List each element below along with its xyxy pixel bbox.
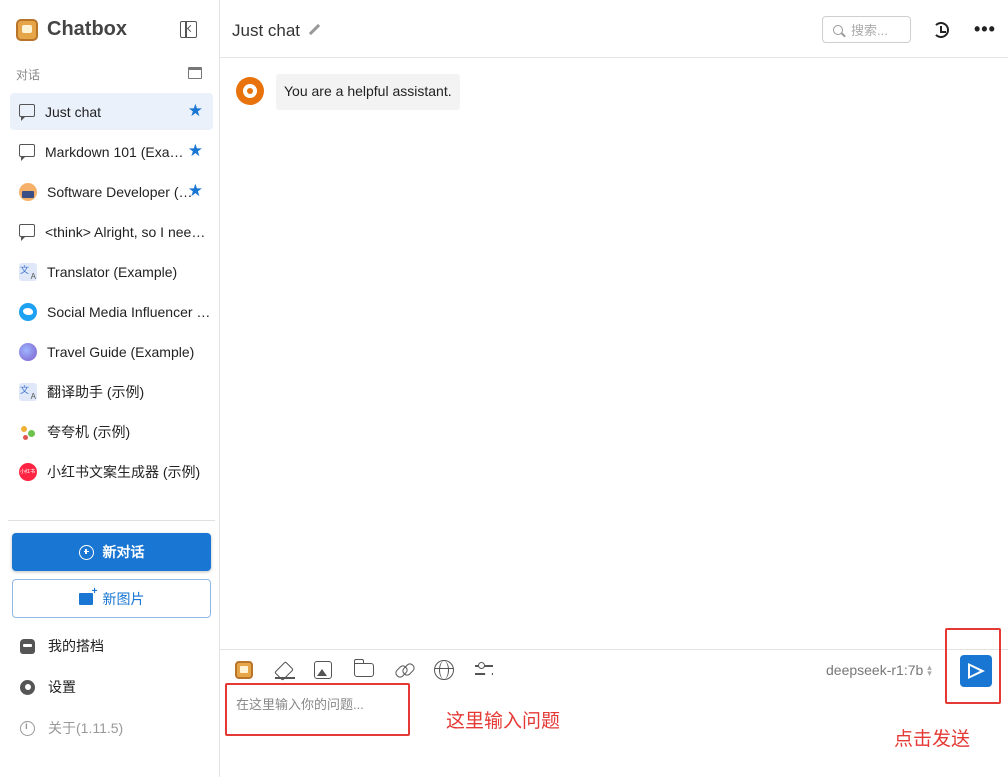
section-label: 对话 [16,68,41,82]
system-message: You are a helpful assistant. [236,74,460,110]
sliders-icon[interactable] [474,660,494,680]
conversation-item[interactable]: Just chat ★ [10,93,213,130]
translate-icon [19,262,37,281]
settings-item[interactable]: 设置 [20,677,76,697]
conversation-item[interactable]: 小红书文案生成器 (示例) [10,453,213,490]
history-icon[interactable] [933,22,949,38]
chat-header: Just chat 搜索... ••• [220,0,1008,58]
conversation-list: Just chat ★ Markdown 101 (Example) ★ Sof… [10,93,213,493]
plus-circle-icon [78,544,94,560]
message-bubble: You are a helpful assistant. [276,74,460,110]
gear-icon [20,679,35,695]
chat-bubble-icon [19,144,35,161]
globe-icon[interactable] [434,660,454,680]
chatbox-logo-icon[interactable] [235,661,253,679]
conversation-label: 小红书文案生成器 (示例) [47,463,201,480]
globe-avatar-icon [19,342,37,361]
about-item[interactable]: 关于(1.11.5) [20,718,123,738]
developer-avatar-icon [19,182,37,201]
system-avatar-gear-icon [236,77,264,105]
my-partners-item[interactable]: 我的搭档 [20,636,104,656]
model-select[interactable]: deepseek-r1:7b ▴ ▾ [826,662,932,678]
star-icon[interactable]: ★ [188,182,203,199]
edit-title-icon[interactable] [308,24,320,36]
collapse-sidebar-icon[interactable] [180,21,197,38]
conversation-item[interactable]: Translator (Example) [10,253,213,290]
conversation-item[interactable]: <think> Alright, so I need to figure out [10,213,213,250]
conversation-item[interactable]: Social Media Influencer (Example) [10,293,213,330]
info-icon [20,720,35,736]
chat-bubble-icon [19,104,35,121]
chat-bubble-icon [19,224,35,241]
model-name: deepseek-r1:7b [826,662,924,678]
flower-icon [19,423,37,441]
new-image-button[interactable]: 新图片 [12,579,211,618]
more-options-icon[interactable]: ••• [974,19,996,40]
new-chat-button[interactable]: 新对话 [12,533,211,571]
add-image-icon [78,586,97,605]
eraser-icon[interactable] [275,660,295,680]
sidebar: Chatbox 对话 Just chat ★ Markdown 101 (Exa… [0,0,220,777]
my-partners-label: 我的搭档 [48,638,104,654]
archive-icon[interactable] [188,67,202,79]
about-label: 关于(1.11.5) [48,720,124,736]
star-icon[interactable]: ★ [188,142,203,159]
image-icon[interactable] [314,661,332,679]
new-image-label: 新图片 [102,590,145,607]
settings-label: 设置 [48,679,76,695]
conversation-item[interactable]: 夸夸机 (示例) [10,413,213,450]
conversation-label: 翻译助手 (示例) [47,383,145,400]
search-button[interactable]: 搜索... [822,16,911,43]
folder-icon[interactable] [354,659,374,677]
conversation-label: Just chat [45,103,102,120]
star-icon[interactable]: ★ [188,102,203,119]
conversation-label: Markdown 101 (Example) [45,143,195,160]
conversation-item[interactable]: 翻译助手 (示例) [10,373,213,410]
twitter-icon [19,302,37,321]
link-icon[interactable] [394,660,414,680]
conversation-item[interactable]: Software Developer (Example) ★ [10,173,213,210]
new-chat-label: 新对话 [102,544,145,560]
conversation-label: Social Media Influencer (Example) [47,303,211,320]
divider [8,520,215,521]
input-highlight-box [225,683,410,736]
search-placeholder: 搜索... [851,23,888,38]
conversation-item[interactable]: Markdown 101 (Example) ★ [10,133,213,170]
conversation-label: Travel Guide (Example) [47,343,195,360]
xiaohongshu-icon [19,462,37,481]
chatbox-logo-icon [16,18,38,41]
robot-icon [20,638,35,654]
search-icon [833,24,843,35]
input-hint-annotation: 这里输入问题 [446,710,561,732]
chat-title: Just chat [232,21,301,40]
conversation-label: Software Developer (Example) [47,183,197,200]
brand: Chatbox [16,18,127,41]
conversation-label: Translator (Example) [47,263,178,280]
conversation-label: <think> Alright, so I need to figure out [45,223,207,240]
app-name: Chatbox [47,18,127,40]
translate-icon [19,382,37,401]
send-hint-annotation: 点击发送 [894,728,971,750]
updown-chevron-icon: ▴ ▾ [927,662,932,678]
conversation-item[interactable]: Travel Guide (Example) [10,333,213,370]
conversation-label: 夸夸机 (示例) [47,423,131,440]
